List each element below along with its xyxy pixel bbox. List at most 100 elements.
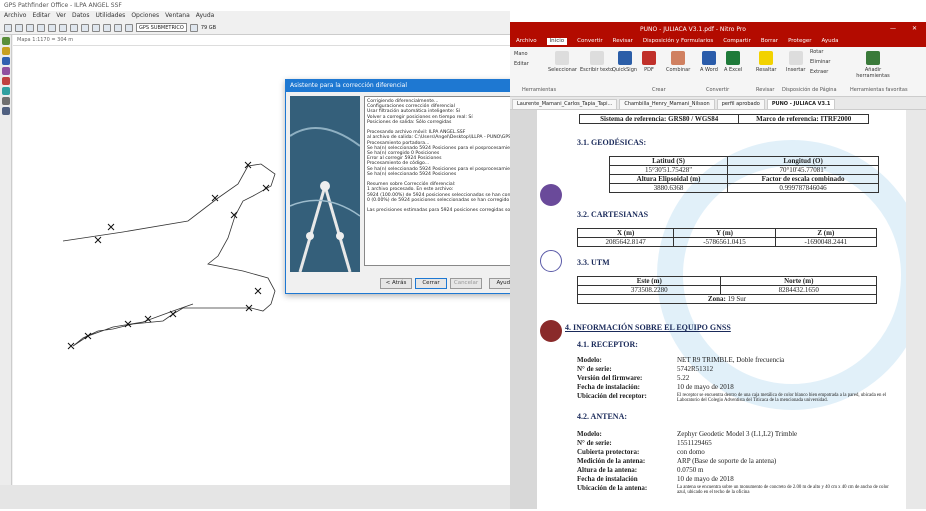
time-line-icon[interactable] <box>2 57 10 65</box>
pdf-label: PDF <box>644 67 654 73</box>
tools-icon[interactable] <box>48 23 56 32</box>
pan-icon[interactable] <box>70 23 78 32</box>
ref-system-cell: Sistema de referencia: GRS80 / WGS84 <box>578 114 740 124</box>
menu-archivo[interactable]: Archivo <box>4 12 26 20</box>
menu-editar[interactable]: Editar <box>32 12 50 20</box>
menu-datos[interactable]: Datos <box>72 12 89 20</box>
menu-ayuda[interactable]: Ayuda <box>821 38 838 45</box>
menu-ver[interactable]: Ver <box>56 12 66 20</box>
select-label: Seleccionar <box>548 67 577 73</box>
minimize-icon[interactable]: — <box>890 25 896 32</box>
left-panel <box>510 110 537 509</box>
select-icon[interactable] <box>59 23 67 32</box>
gps-side-toolbar <box>0 35 12 509</box>
menu-ayuda[interactable]: Ayuda <box>196 12 215 20</box>
combine-icon <box>671 51 686 65</box>
select-button[interactable]: Seleccionar <box>548 51 577 73</box>
menu-ventana[interactable]: Ventana <box>165 12 190 20</box>
menu-archivo[interactable]: Archivo <box>516 38 537 45</box>
tab-laurente[interactable]: Laurente_Mamani_Carlos_Tapia_Tapi... <box>512 99 618 109</box>
log-line: al archivo de salida: C:\Users\Angel\Des… <box>367 135 522 141</box>
save-icon[interactable] <box>15 23 23 32</box>
receiver-date-value: 10 de mayo de 2018 <box>677 383 734 391</box>
z-value: -1690048.2441 <box>774 237 878 247</box>
antenna-measure-label: Medición de la antena: <box>577 457 646 465</box>
close-icon[interactable]: ✕ <box>912 25 917 32</box>
radome-value: con domo <box>677 448 705 456</box>
cancel-button[interactable]: Cancelar <box>450 278 482 289</box>
lat-header: Latitud (S) <box>608 156 729 166</box>
zoom-in-icon[interactable] <box>92 23 100 32</box>
extract-button[interactable]: Extraer <box>810 69 828 75</box>
correction-log[interactable]: Corrigiendo diferencialmente... Configur… <box>364 96 522 266</box>
pdf-title-bar: PUNO - JULIACA V3.1.pdf - Nitro Pro — ✕ <box>510 22 926 36</box>
highlight-button[interactable]: Resaltar <box>756 51 776 73</box>
close-button[interactable]: Cerrar <box>415 278 447 289</box>
open-icon[interactable] <box>4 23 12 32</box>
to-word-label: A Word <box>700 67 718 73</box>
zoom-extents-icon[interactable] <box>114 23 122 32</box>
pdf-icon <box>642 51 656 65</box>
layers-icon[interactable] <box>37 23 45 32</box>
transfer-icon[interactable] <box>2 77 10 85</box>
menu-disposicion[interactable]: Disposición y Formularios <box>643 38 713 45</box>
quicksign-button[interactable]: QuickSign <box>612 51 637 73</box>
tab-chambilla[interactable]: Chambilla_Henry_Mamani_Nilsson <box>619 99 715 109</box>
pdf-page[interactable]: Sistema de referencia: GRS80 / WGS84 Mar… <box>537 110 906 509</box>
firmware-label: Versión del firmware: <box>577 374 643 382</box>
menu-compartir[interactable]: Compartir <box>723 38 751 45</box>
x-header: X (m) <box>576 228 675 238</box>
alt-value: 3880.6368 <box>608 183 729 193</box>
skyplot-icon[interactable] <box>2 67 10 75</box>
type-text-button[interactable]: Escribir texto <box>580 51 613 73</box>
combine-button[interactable]: Combinar <box>666 51 690 73</box>
tab-perfil[interactable]: perfil aprobado <box>716 99 765 109</box>
project-icon[interactable] <box>2 37 10 45</box>
print-icon[interactable] <box>26 23 34 32</box>
vertical-scrollbar[interactable] <box>906 110 926 509</box>
north-value: 8284432.1650 <box>720 285 877 295</box>
ref-frame-value: ITRF2000 <box>820 115 852 123</box>
hand-tool-label: Mano <box>514 51 528 57</box>
delete-button[interactable]: Eliminar <box>810 59 831 65</box>
zoom-previous-icon[interactable] <box>125 23 133 32</box>
to-excel-button[interactable]: A Excel <box>724 51 742 73</box>
menu-convertir[interactable]: Convertir <box>577 38 603 45</box>
extract-label: Extraer <box>810 69 829 75</box>
antenna-location-label: Ubicación de la antena: <box>577 484 648 492</box>
add-tools-button[interactable]: Añadir herramientas <box>850 51 896 79</box>
tab-puno-juliaca[interactable]: PUNO - JULIACA V3.1 <box>766 99 836 109</box>
menu-opciones[interactable]: Opciones <box>131 12 159 20</box>
menu-borrar[interactable]: Borrar <box>761 38 778 45</box>
menu-revisar[interactable]: Revisar <box>613 38 633 45</box>
gps-menubar: Archivo Editar Ver Datos Utilidades Opci… <box>0 11 510 21</box>
x-value: 2085642.8147 <box>576 237 675 247</box>
menu-proteger[interactable]: Proteger <box>788 38 811 45</box>
antenna-serial-label: N° de serie: <box>577 439 612 447</box>
rotate-button[interactable]: Rotar <box>810 49 823 55</box>
east-value: 373508.2280 <box>576 285 722 295</box>
insert-button[interactable]: Insertar <box>786 51 805 73</box>
receiver-combo[interactable]: GPS SUBMETRICO <box>136 23 187 32</box>
radome-label: Cubierta protectora: <box>577 448 640 456</box>
lon-header: Longitud (O) <box>727 156 879 166</box>
map-icon[interactable] <box>2 47 10 55</box>
pdf-button[interactable]: PDF <box>642 51 656 73</box>
menu-inicio[interactable]: Inicio <box>546 38 568 45</box>
to-word-button[interactable]: A Word <box>700 51 718 73</box>
back-button[interactable]: < Atrás <box>380 278 412 289</box>
hand-tool-button[interactable]: Mano <box>514 51 528 57</box>
type-text-label: Escribir texto <box>580 67 614 73</box>
correction-icon[interactable] <box>2 87 10 95</box>
measure-icon[interactable] <box>81 23 89 32</box>
menu-utilidades[interactable]: Utilidades <box>95 12 125 20</box>
firmware-value: 5.22 <box>677 374 690 382</box>
export-icon[interactable] <box>2 97 10 105</box>
zoom-out-icon[interactable] <box>103 23 111 32</box>
y-header: Y (m) <box>673 228 776 238</box>
ref-frame-cell: Marco de referencia: ITRF2000 <box>738 114 869 124</box>
lon-value: 70°10'45.77081" <box>727 165 879 175</box>
properties-icon[interactable] <box>2 107 10 115</box>
edit-tool-button[interactable]: Editar <box>514 61 529 67</box>
group-disposicion: Disposición de Página <box>782 87 837 93</box>
